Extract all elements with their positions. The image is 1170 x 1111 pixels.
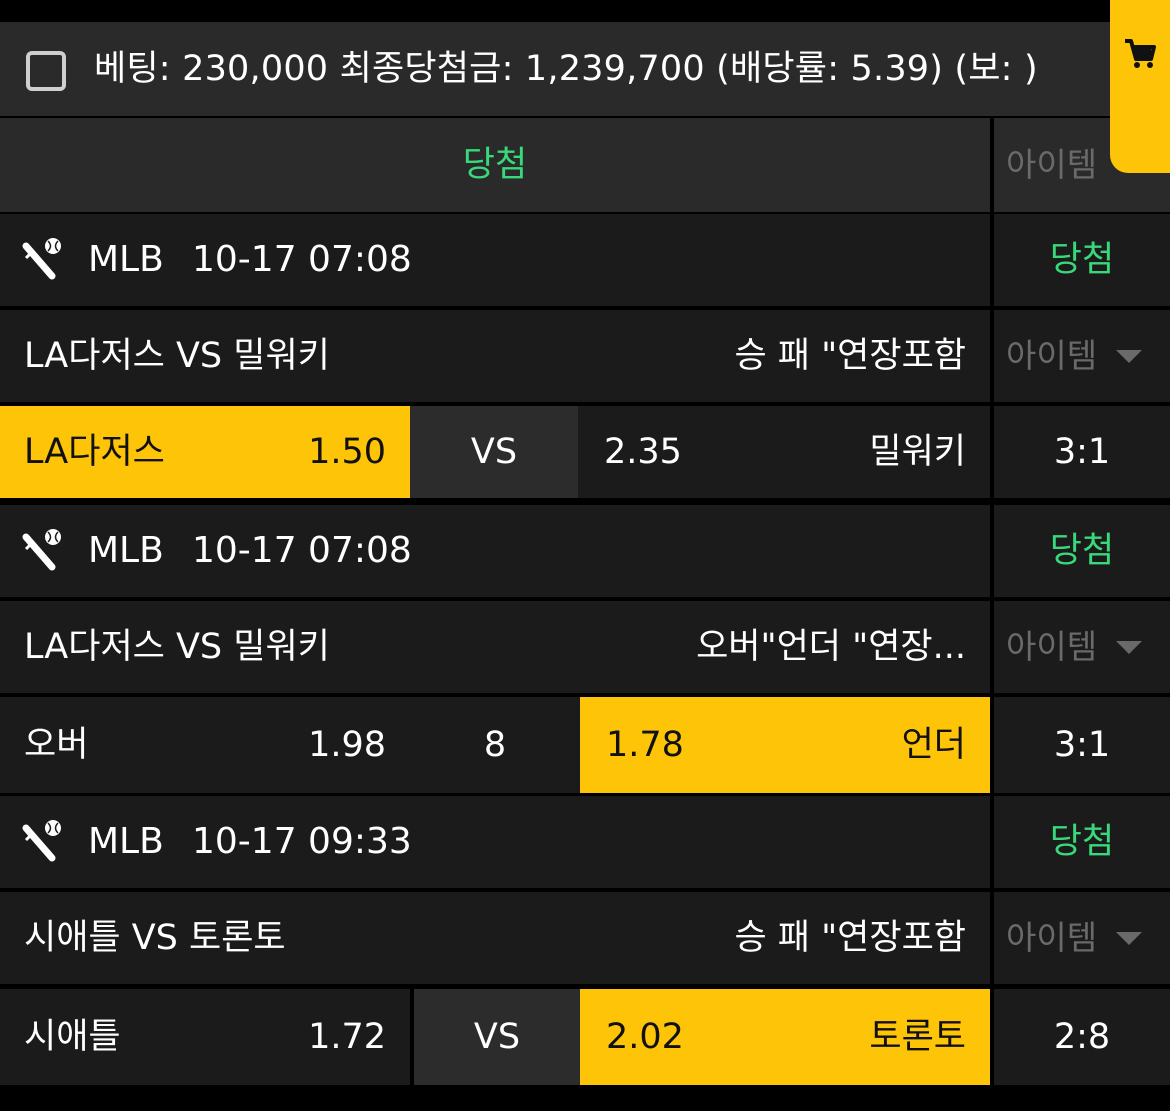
column-divider	[990, 310, 994, 402]
home-odds: 1.98	[308, 725, 386, 765]
away-odds-button[interactable]: 2.02 토론토	[580, 989, 990, 1085]
baseball-icon	[22, 529, 61, 571]
odds-row: 시애틀 1.72 VS 2.02 토론토 2:8	[0, 989, 1170, 1085]
baseball-icon	[22, 238, 61, 280]
away-odds-button[interactable]: 1.78 언더	[580, 697, 990, 793]
cart-button[interactable]	[1110, 0, 1170, 173]
column-divider	[990, 118, 994, 212]
market-type: 승 패 "연장포함	[734, 918, 966, 958]
mid-cell: 8	[410, 697, 580, 793]
league-name: MLB	[88, 530, 164, 571]
cart-icon	[1125, 39, 1156, 68]
home-label: 시애틀	[24, 1017, 121, 1057]
column-divider	[990, 505, 994, 597]
odds-row: LA다저스 1.50 VS 2.35 밀워키 3:1	[0, 406, 1170, 498]
column-divider	[990, 697, 994, 793]
bet-result: 당첨	[1049, 531, 1115, 571]
market-type: 오버"언더 "연장...	[696, 627, 966, 667]
mid-label: 8	[483, 725, 507, 765]
bet-result: 당첨	[1049, 240, 1115, 280]
odds-row: 오버 1.98 8 1.78 언더 3:1	[0, 697, 1170, 793]
final-score: 2:8	[994, 989, 1170, 1085]
match-datetime: 10-17 09:33	[192, 821, 412, 862]
league-row: MLB 10-17 07:08 당첨	[0, 214, 1170, 306]
away-odds-button[interactable]: 2.35 밀워키	[578, 406, 990, 498]
match-row: LA다저스 VS 밀워키 승 패 "연장포함 아이템	[0, 310, 1170, 402]
league-name: MLB	[88, 239, 164, 280]
home-odds-button[interactable]: 시애틀 1.72	[0, 989, 410, 1085]
away-label: 언더	[901, 725, 966, 765]
status-header: 당첨 아이템	[0, 118, 1170, 212]
away-label: 밀워키	[869, 432, 966, 472]
bottom-edge	[0, 1085, 1170, 1111]
home-odds-button[interactable]: LA다저스 1.50	[0, 406, 410, 498]
item-dropdown[interactable]: 아이템	[994, 310, 1170, 402]
home-odds-button[interactable]: 오버 1.98	[0, 697, 410, 793]
match-datetime: 10-17 07:08	[192, 239, 412, 280]
bet-summary-bar: 베팅: 230,000 최종당첨금: 1,239,700 (배당률: 5.39)…	[0, 22, 1170, 116]
bet-summary-text: 베팅: 230,000 최종당첨금: 1,239,700 (배당률: 5.39)…	[94, 49, 1038, 89]
final-score: 3:1	[994, 406, 1170, 498]
league-row: MLB 10-17 09:33 당첨	[0, 796, 1170, 888]
home-odds: 1.72	[308, 1017, 386, 1057]
item-dropdown[interactable]: 아이템	[994, 892, 1170, 984]
mid-cell: VS	[410, 406, 578, 498]
league-row: MLB 10-17 07:08 당첨	[0, 505, 1170, 597]
column-divider	[990, 601, 994, 693]
chevron-down-icon[interactable]	[1116, 641, 1142, 654]
baseball-icon	[22, 820, 61, 862]
column-divider	[990, 406, 994, 498]
mid-label: VS	[470, 432, 518, 472]
chevron-down-icon[interactable]	[1116, 350, 1142, 363]
column-divider	[990, 892, 994, 984]
overall-result-label: 당첨	[462, 145, 528, 185]
column-divider	[990, 214, 994, 306]
match-title: LA다저스 VS 밀워키	[24, 336, 330, 376]
match-row: 시애틀 VS 토론토 승 패 "연장포함 아이템	[0, 892, 1170, 984]
away-odds: 2.02	[606, 1017, 684, 1057]
final-score: 3:1	[994, 697, 1170, 793]
chevron-down-icon[interactable]	[1116, 932, 1142, 945]
bet-result: 당첨	[1049, 822, 1115, 862]
column-divider	[990, 989, 994, 1085]
home-label: 오버	[24, 725, 89, 765]
market-type: 승 패 "연장포함	[734, 336, 966, 376]
match-datetime: 10-17 07:08	[192, 530, 412, 571]
league-name: MLB	[88, 821, 164, 862]
mid-cell: VS	[414, 989, 580, 1085]
away-odds: 2.35	[604, 432, 682, 472]
item-dropdown[interactable]: 아이템	[994, 601, 1170, 693]
away-odds: 1.78	[606, 725, 684, 765]
home-label: LA다저스	[24, 432, 165, 472]
match-title: 시애틀 VS 토론토	[24, 918, 286, 958]
home-odds: 1.50	[308, 432, 386, 472]
column-divider	[990, 796, 994, 888]
away-label: 토론토	[869, 1017, 966, 1057]
mid-label: VS	[473, 1017, 521, 1057]
match-row: LA다저스 VS 밀워키 오버"언더 "연장... 아이템	[0, 601, 1170, 693]
select-checkbox[interactable]	[26, 51, 66, 91]
match-title: LA다저스 VS 밀워키	[24, 627, 330, 667]
